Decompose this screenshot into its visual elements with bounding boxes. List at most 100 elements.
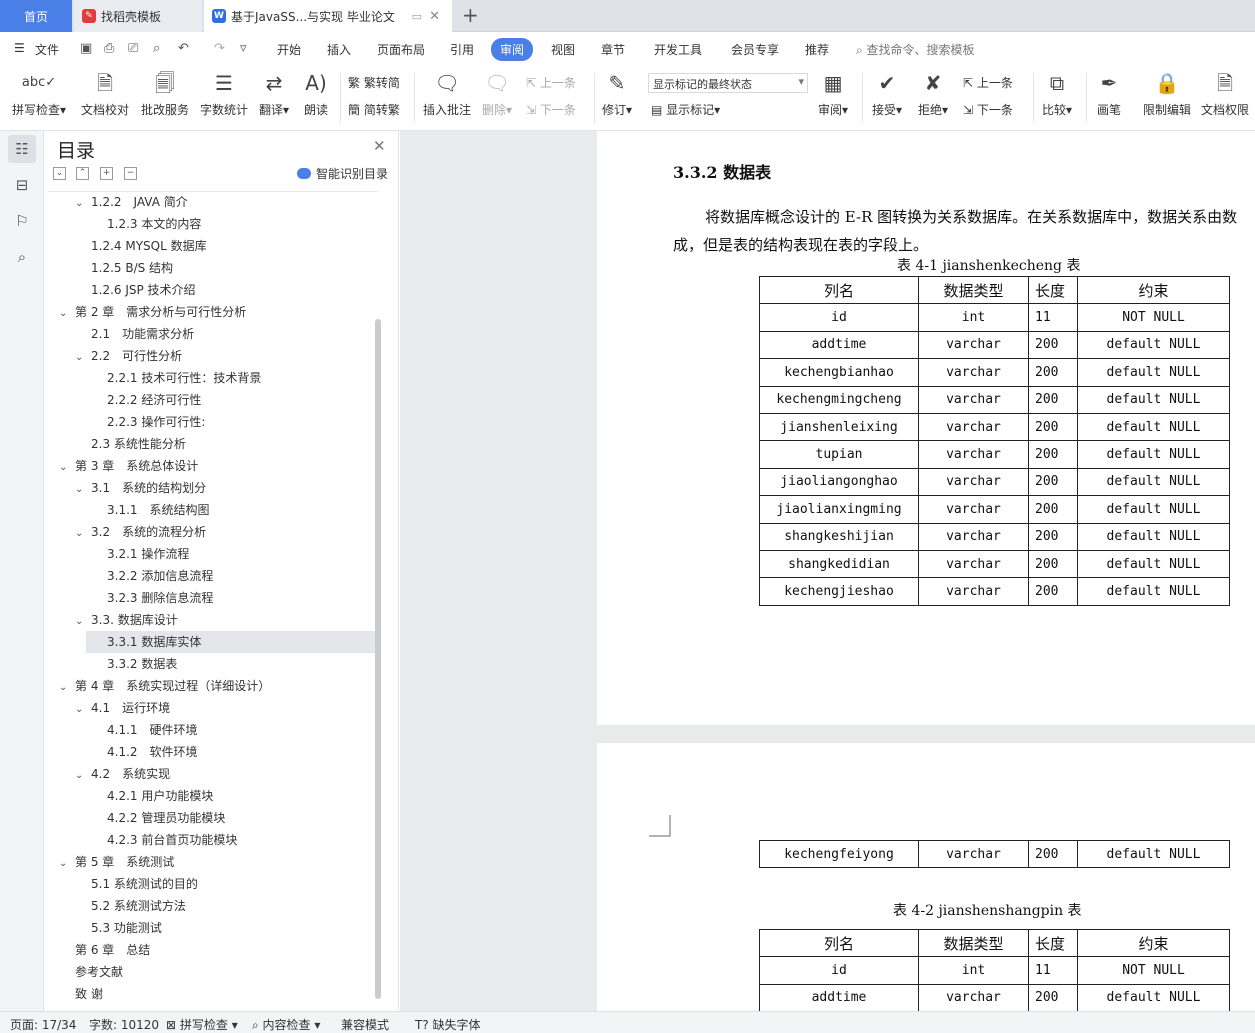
reject-button[interactable]: ✘ 拒绝▾ xyxy=(918,69,948,118)
restrict-edit-button[interactable]: 🔒 限制编辑 xyxy=(1143,69,1191,118)
toc-item[interactable]: 3.1.1 系统结构图 xyxy=(45,499,375,521)
smart-toc-button[interactable]: 智能识别目录 xyxy=(297,165,388,182)
toc-item[interactable]: ⌄ 第 5 章 系统测试 xyxy=(45,851,375,873)
toc-item[interactable]: 1.2.4 MYSQL 数据库 xyxy=(45,235,375,257)
bookmark-icon[interactable]: ⚐ xyxy=(8,207,36,235)
chevron-down-icon[interactable]: ⌄ xyxy=(75,479,91,501)
next-comment-button[interactable]: ⇲ 下一条 xyxy=(526,101,576,118)
expand-icon[interactable]: + xyxy=(100,167,113,180)
toc-item[interactable]: 5.2 系统测试方法 xyxy=(45,895,375,917)
page-indicator[interactable]: 页面: 17/34 xyxy=(10,1016,76,1033)
trad-to-simp-button[interactable]: 繁 繁转简 xyxy=(348,74,400,91)
toc-item[interactable]: 1.2.5 B/S 结构 xyxy=(45,257,375,279)
insert-comment-button[interactable]: 🗨 插入批注 xyxy=(423,69,471,118)
toc-item[interactable]: ⌄ 4.1 运行环境 xyxy=(45,697,375,719)
menu-insert[interactable]: 插入 xyxy=(327,41,351,58)
toc-item[interactable]: 2.3 系统性能分析 xyxy=(45,433,375,455)
word-count-button[interactable]: ☰ 字数统计 xyxy=(200,69,248,118)
toc-item[interactable]: 5.3 功能测试 xyxy=(45,917,375,939)
proofread-button[interactable]: 🗎 文档校对 xyxy=(81,69,129,118)
missing-font-status[interactable]: T? 缺失字体 xyxy=(415,1016,481,1033)
toc-item[interactable]: 1.2.6 JSP 技术介绍 xyxy=(45,279,375,301)
menu-recommend[interactable]: 推荐 xyxy=(805,41,829,58)
chevron-down-icon[interactable]: ⌄ xyxy=(75,347,91,369)
toc-item[interactable]: 1.2.3 本文的内容 xyxy=(45,213,375,235)
search-panel-icon[interactable]: ⌕ xyxy=(8,243,36,271)
prev-change-button[interactable]: ⇱ 上一条 xyxy=(963,74,1013,91)
toc-item[interactable]: ⌄ 第 4 章 系统实现过程（详细设计） xyxy=(45,675,375,697)
export-pdf-icon[interactable]: ⎙ xyxy=(104,41,114,56)
monitor-icon[interactable]: ▭ xyxy=(412,10,422,23)
spell-check-status[interactable]: ⊠ 拼写检查 ▾ xyxy=(166,1016,238,1033)
chevron-down-icon[interactable]: ⌄ xyxy=(75,523,91,545)
chevron-down-icon[interactable]: ⌄ xyxy=(75,193,91,215)
hamburger-icon[interactable]: ☰ xyxy=(14,41,25,55)
spell-check-button[interactable]: abc✓ 拼写检查▾ xyxy=(12,69,66,118)
toc-item[interactable]: 4.2.3 前台首页功能模块 xyxy=(45,829,375,851)
review-pane-button[interactable]: ▦ 审阅▾ xyxy=(818,69,848,118)
chevron-down-icon[interactable]: ⌄ xyxy=(59,303,75,325)
delete-comment-button[interactable]: 🗨 删除▾ xyxy=(482,69,512,118)
print-icon[interactable]: ⎚ xyxy=(128,41,138,56)
chevron-down-icon[interactable]: ⌄ xyxy=(59,853,75,875)
toc-item[interactable]: 4.2.1 用户功能模块 xyxy=(45,785,375,807)
toc-item[interactable]: ⌄ 1.2.2 JAVA 简介 xyxy=(45,191,375,213)
doc-permission-button[interactable]: 🗎 文档权限 xyxy=(1201,69,1249,118)
chevron-down-icon[interactable]: ⌄ xyxy=(75,699,91,721)
menu-view[interactable]: 视图 xyxy=(551,41,575,58)
toc-item[interactable]: 3.3.2 数据表 xyxy=(45,653,375,675)
toc-item[interactable]: 3.2.2 添加信息流程 xyxy=(45,565,375,587)
toc-item[interactable]: ⌄ 4.2 系统实现 xyxy=(45,763,375,785)
toc-item[interactable]: 2.2.3 操作可行性: xyxy=(45,411,375,433)
toc-item[interactable]: 4.2.2 管理员功能模块 xyxy=(45,807,375,829)
accept-button[interactable]: ✔ 接受▾ xyxy=(872,69,902,118)
prev-comment-button[interactable]: ⇱ 上一条 xyxy=(526,74,576,91)
simp-to-trad-button[interactable]: 簡 简转繁 xyxy=(348,101,400,118)
tab-home[interactable]: 首页 xyxy=(0,0,72,32)
close-tab-icon[interactable]: ✕ xyxy=(429,9,440,24)
toc-item[interactable]: 致 谢 xyxy=(45,983,375,1005)
read-aloud-button[interactable]: A) 朗读 xyxy=(304,69,328,118)
close-icon[interactable]: ✕ xyxy=(373,137,386,155)
toc-item[interactable]: 4.1.1 硬件环境 xyxy=(45,719,375,741)
command-search[interactable]: ⌕ 查找命令、搜索模板 xyxy=(856,41,975,58)
toc-item[interactable]: 5.1 系统测试的目的 xyxy=(45,873,375,895)
collapse-all-icon[interactable]: ⌄ xyxy=(53,167,66,180)
menu-page-layout[interactable]: 页面布局 xyxy=(377,41,425,58)
toc-item[interactable]: 2.2.2 经济可行性 xyxy=(45,389,375,411)
menu-developer[interactable]: 开发工具 xyxy=(654,41,702,58)
toc-item[interactable]: 3.3.1 数据库实体 xyxy=(86,631,375,653)
pen-button[interactable]: ✒ 画笔 xyxy=(1097,69,1121,118)
word-count[interactable]: 字数: 10120 xyxy=(89,1016,159,1033)
quick-access-dropdown-icon[interactable]: ▿ xyxy=(240,41,247,56)
save-icon[interactable]: ▣ xyxy=(80,41,92,56)
toc-item[interactable]: 第 6 章 总结 xyxy=(45,939,375,961)
tab-template[interactable]: ✎ 找稻壳模板 xyxy=(74,0,202,32)
print-preview-icon[interactable]: ⌕ xyxy=(153,41,160,56)
toc-item[interactable]: 3.2.1 操作流程 xyxy=(45,543,375,565)
compare-button[interactable]: ⧉ 比较▾ xyxy=(1042,69,1072,118)
chevron-down-icon[interactable]: ⌄ xyxy=(75,611,91,633)
redo-icon[interactable]: ↷ xyxy=(214,41,225,56)
toc-item[interactable]: ⌄ 2.2 可行性分析 xyxy=(45,345,375,367)
toc-item[interactable]: ⌄ 3.2 系统的流程分析 xyxy=(45,521,375,543)
toc-item[interactable]: 3.2.3 删除信息流程 xyxy=(45,587,375,609)
batch-service-button[interactable]: 🗐 批改服务 xyxy=(141,69,189,118)
menu-review[interactable]: 审阅 xyxy=(491,38,534,61)
chevron-down-icon[interactable]: ⌄ xyxy=(59,677,75,699)
collapse-icon[interactable]: − xyxy=(124,167,137,180)
toc-item[interactable]: ⌄ 第 2 章 需求分析与可行性分析 xyxy=(45,301,375,323)
navigation-icon[interactable]: ⊟ xyxy=(8,171,36,199)
toc-item[interactable]: 4.1.2 软件环境 xyxy=(45,741,375,763)
toc-item[interactable]: ⌄ 第 3 章 系统总体设计 xyxy=(45,455,375,477)
toc-item[interactable]: 参考文献 xyxy=(45,961,375,983)
menu-member[interactable]: 会员专享 xyxy=(731,41,779,58)
menu-start[interactable]: 开始 xyxy=(277,41,301,58)
menu-section[interactable]: 章节 xyxy=(601,41,625,58)
toc-item[interactable]: ⌄ 3.3. 数据库设计 xyxy=(45,609,375,631)
content-check-status[interactable]: ⌕ 内容检查 ▾ xyxy=(252,1016,320,1033)
menu-references[interactable]: 引用 xyxy=(450,41,474,58)
chevron-down-icon[interactable]: ⌄ xyxy=(59,457,75,479)
show-markup-button[interactable]: ▤ 显示标记▾ xyxy=(651,101,720,118)
menu-file[interactable]: 文件 xyxy=(35,41,59,58)
